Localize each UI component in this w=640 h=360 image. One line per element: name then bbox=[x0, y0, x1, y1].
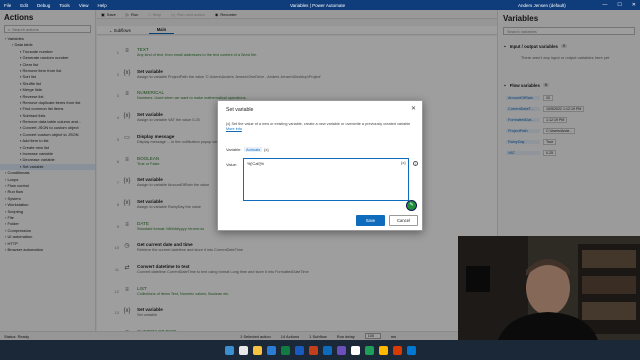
taskbar-app-icon[interactable] bbox=[238, 345, 248, 355]
user-account[interactable]: Anders Jensen (default) bbox=[518, 3, 566, 8]
dialog-description: {x} Set the value of a new or existing v… bbox=[226, 122, 416, 132]
menu-item-debug[interactable]: Debug bbox=[37, 3, 50, 8]
dialog-description-text: Set the value of a new or existing varia… bbox=[231, 122, 411, 126]
assistant-icon[interactable]: ✎ bbox=[406, 200, 417, 211]
value-label: Value: bbox=[226, 162, 238, 167]
taskbar bbox=[0, 340, 640, 360]
value-variable-picker-icon[interactable]: {x} bbox=[401, 160, 406, 165]
taskbar-app-icon[interactable] bbox=[322, 345, 332, 355]
taskbar-app-icon[interactable] bbox=[392, 345, 402, 355]
taskbar-app-icon[interactable] bbox=[308, 345, 318, 355]
taskbar-app-icon[interactable] bbox=[406, 345, 416, 355]
taskbar-app-icon[interactable] bbox=[378, 345, 388, 355]
window-controls: — ☐ ✕ bbox=[602, 2, 636, 8]
menu-item-edit[interactable]: Edit bbox=[20, 3, 28, 8]
title-bar: File Edit Debug Tools View Help Variables | P… bbox=[0, 0, 640, 10]
menu-item-help[interactable]: Help bbox=[98, 3, 107, 8]
minimize-icon[interactable]: — bbox=[602, 2, 607, 8]
variable-name-field[interactable]: Animals bbox=[244, 147, 263, 152]
dialog-title: Set variable bbox=[226, 107, 254, 113]
taskbar-app-icon[interactable] bbox=[336, 345, 346, 355]
info-icon[interactable]: i bbox=[413, 161, 418, 166]
menu-item-tools[interactable]: Tools bbox=[59, 3, 70, 8]
save-button[interactable]: Save bbox=[356, 215, 385, 226]
more-info-link[interactable]: More info bbox=[226, 127, 242, 131]
cancel-button[interactable]: Cancel bbox=[389, 215, 418, 226]
close-icon[interactable]: ✕ bbox=[632, 2, 636, 8]
menu-bar: File Edit Debug Tools View Help bbox=[4, 3, 107, 8]
variable-picker-icon[interactable]: {x} bbox=[264, 147, 269, 152]
value-input[interactable]: %['Cat']% bbox=[243, 158, 409, 201]
variable-label: Variable: bbox=[226, 147, 242, 152]
window-title: Variables | Power Automate bbox=[290, 2, 346, 8]
taskbar-app-icon[interactable] bbox=[350, 345, 360, 355]
set-variable-dialog: Set variable ✕ {x} Set the value of a ne… bbox=[217, 100, 423, 231]
taskbar-app-icon[interactable] bbox=[252, 345, 262, 355]
menu-item-view[interactable]: View bbox=[79, 3, 89, 8]
taskbar-app-icon[interactable] bbox=[224, 345, 234, 355]
taskbar-app-icon[interactable] bbox=[266, 345, 276, 355]
taskbar-app-icon[interactable] bbox=[280, 345, 290, 355]
taskbar-app-icon[interactable] bbox=[294, 345, 304, 355]
taskbar-app-icon[interactable] bbox=[364, 345, 374, 355]
maximize-icon[interactable]: ☐ bbox=[617, 2, 621, 8]
close-icon[interactable]: ✕ bbox=[411, 105, 416, 112]
menu-item-file[interactable]: File bbox=[4, 3, 11, 8]
